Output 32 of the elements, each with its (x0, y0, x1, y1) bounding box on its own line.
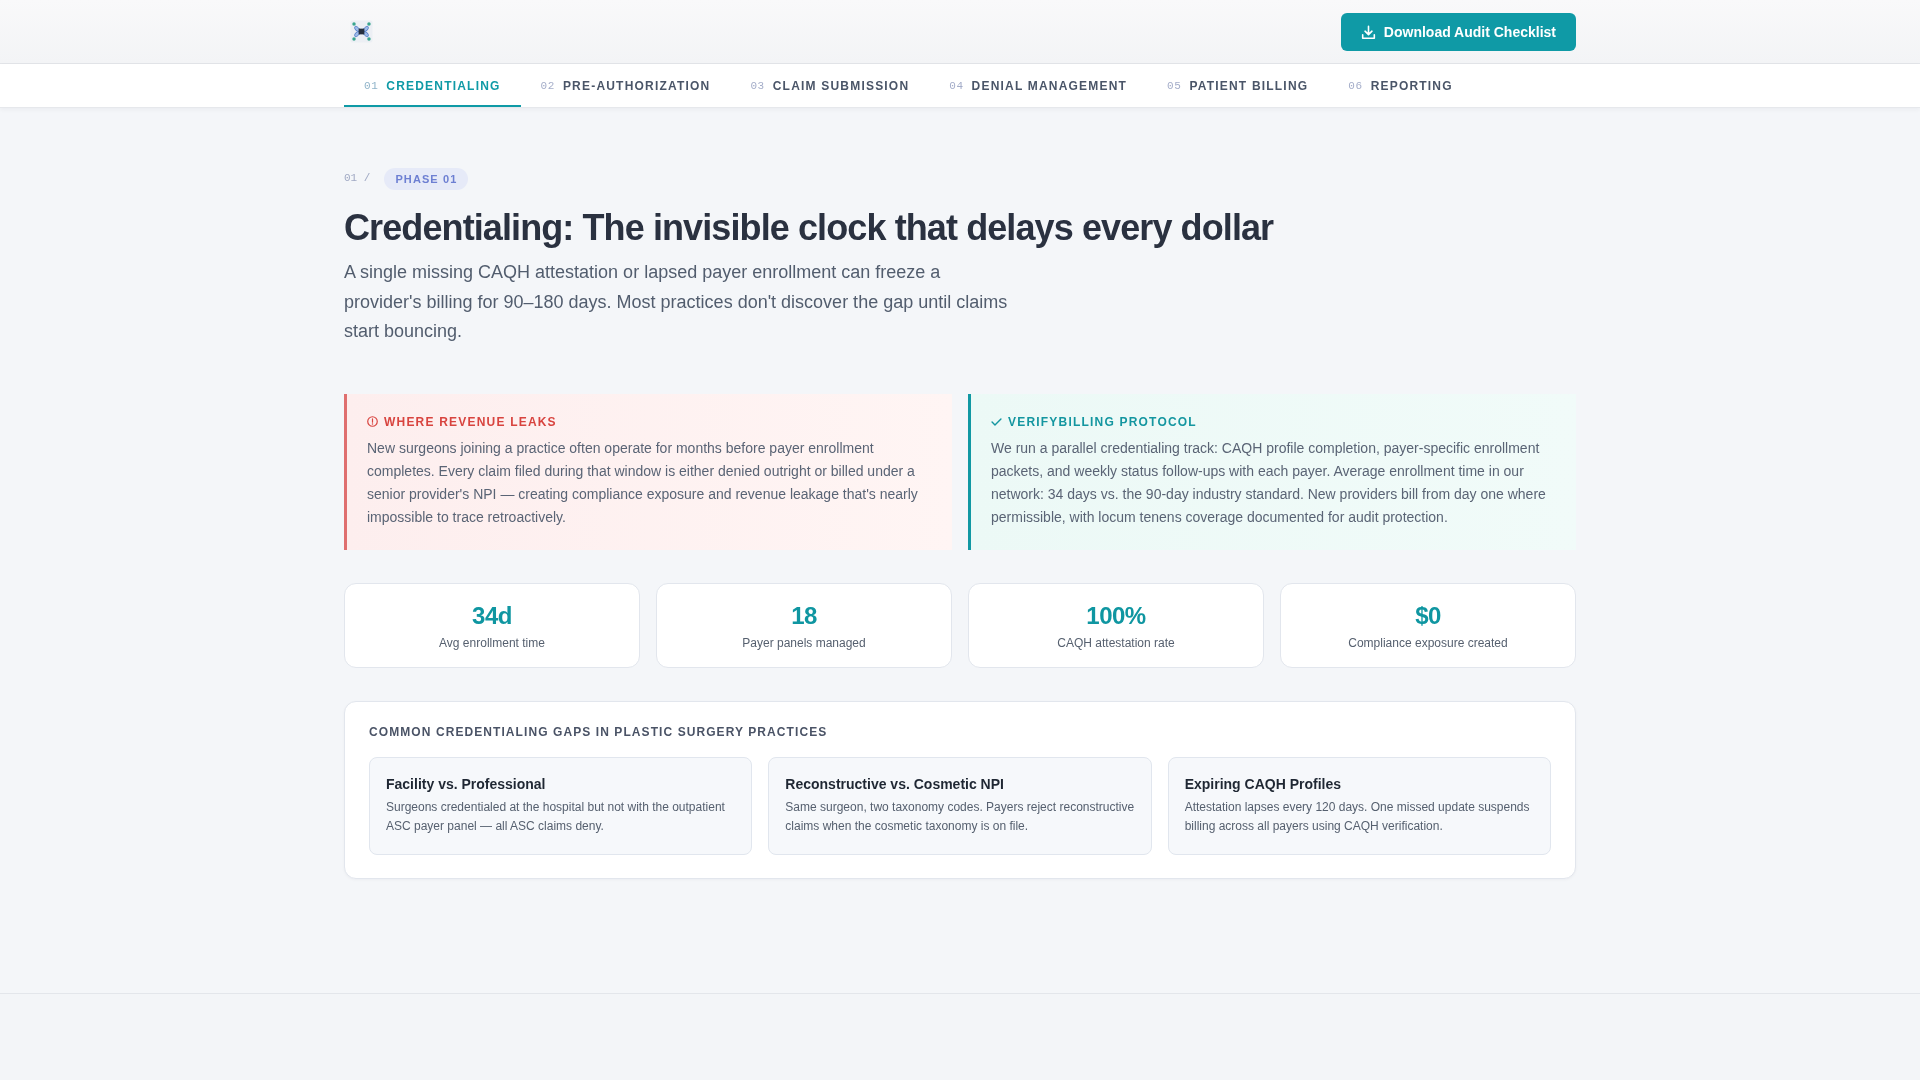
gap-title: Facility vs. Professional (386, 774, 547, 793)
stat-value: 18 (790, 600, 818, 630)
stat-value: 100% (1085, 600, 1147, 630)
nav-tab[interactable]: 03 CLAIM SUBMISSION (730, 64, 930, 107)
download-icon (1360, 24, 1376, 40)
nav-tab[interactable]: 04 DENIAL MANAGEMENT (929, 64, 1148, 107)
nav-tab[interactable]: 05 PATIENT BILLING (1147, 64, 1329, 107)
gap-title: Reconstructive vs. Cosmetic NPI (785, 774, 1005, 793)
callout-text: We run a parallel credentialing track: CAQH profile completion, payer-specific enrollment packets, and weekly status follow-ups with each payer. Average enrollment time in our network: 34 days vs. the 90-day industry standard. New providers bill from day one where permissible, with locum tenens coverage documented for audit protection. (991, 438, 1547, 528)
callout-title: WHERE REVENUE LEAKS (384, 413, 557, 430)
intro-paragraph: A single missing CAQH attestation or lapsed payer enrollment can freeze a provider's billing for 90–180 days. Most practices don't discover the gap until claims start bouncing. (344, 261, 1009, 343)
stat-label: Payer panels managed (741, 634, 867, 652)
phase-badge: PHASE 01 (384, 168, 469, 190)
logo-icon[interactable] (350, 20, 373, 43)
page-title: Credentialing: The invisible clock that delays every dollar (344, 206, 1275, 249)
callout-title: VERIFYBILLING PROTOCOL (1008, 413, 1197, 430)
alert-icon (367, 416, 378, 427)
gap-description: Attestation lapses every 120 days. One missed update suspends billing across all payers using CAQH verification. (1184, 798, 1531, 836)
check-icon (991, 417, 1002, 426)
callout-text: New surgeons joining a practice often operate for months before payer enrollment completes. Every claim filed during that window is either denied outright or billed under a senior provider's NPI — creating compliance exposure and revenue leakage that's nearly impossible to trace retroactively. (367, 438, 919, 528)
section-title: COMMON CREDENTIALING GAPS IN PLASTIC SURGERY PRACTICES (369, 723, 829, 740)
gap-description: Surgeons credentialed at the hospital but not with the outpatient ASC payer panel — all ASC claims deny. (386, 798, 726, 836)
stat-label: CAQH attestation rate (1056, 634, 1176, 652)
nav-tab[interactable]: 06 REPORTING (1328, 64, 1473, 107)
stat-label: Compliance exposure created (1347, 634, 1509, 652)
gap-title: Expiring CAQH Profiles (1184, 774, 1342, 793)
breadcrumb-number: 01 / (344, 172, 371, 184)
nav-tab[interactable]: 02 PRE-AUTHORIZATION (520, 64, 731, 107)
stat-label: Avg enrollment time (438, 634, 546, 652)
gap-description: Same surgeon, two taxonomy codes. Payers reject reconstructive claims when the cosmetic taxonomy is on file. (785, 798, 1136, 836)
stat-value: $0 (1414, 600, 1442, 630)
stat-value: 34d (471, 600, 513, 630)
